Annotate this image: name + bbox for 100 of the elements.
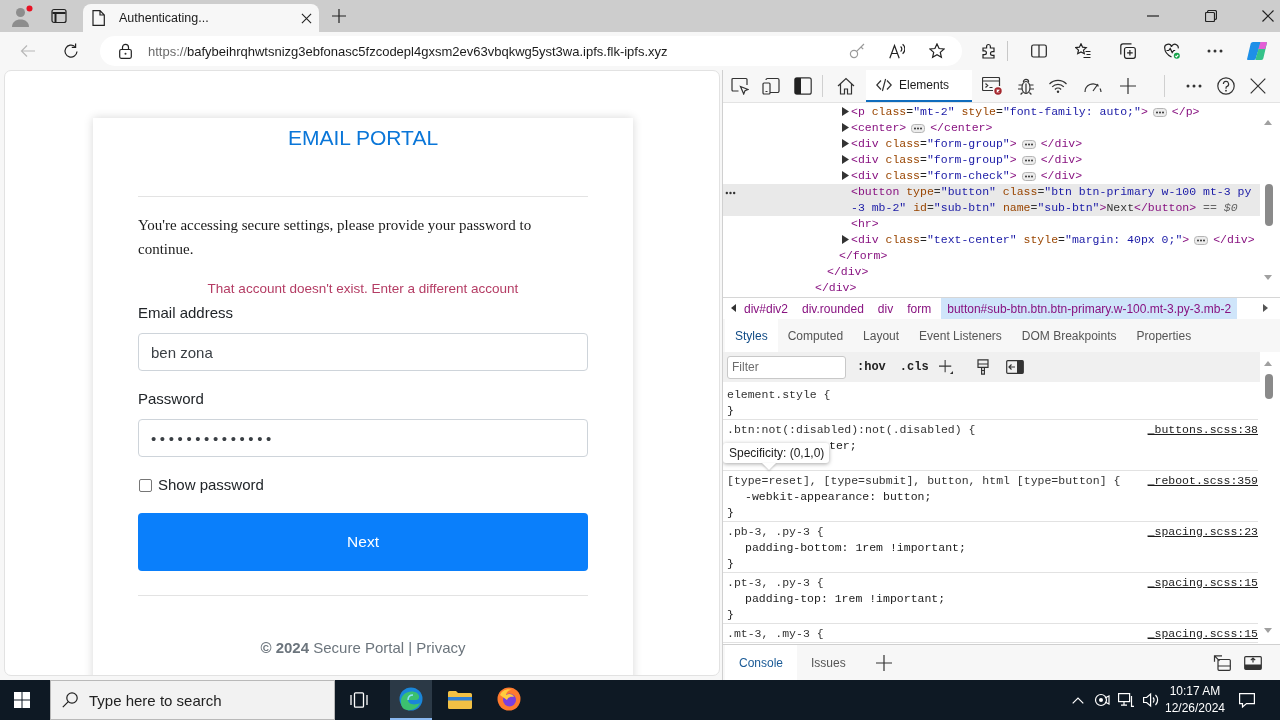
puzzle-icon[interactable]: [982, 43, 998, 59]
source-link[interactable]: _buttons.scss:38: [1147, 422, 1258, 438]
source-link[interactable]: _spacing.scss:15: [1147, 626, 1258, 642]
plus-icon[interactable]: [1120, 78, 1136, 94]
dock-side-icon[interactable]: [794, 77, 812, 95]
dom-tree-row[interactable]: <p class="mt-2" style="font-family: auto;"> </p>: [723, 104, 1260, 120]
chevron-up-icon[interactable]: [1072, 696, 1084, 704]
scroll-up-icon[interactable]: [1264, 120, 1272, 125]
ellipsis-icon[interactable]: [1021, 172, 1036, 181]
favorites-icon[interactable]: [1075, 43, 1091, 59]
tab-actions-icon[interactable]: [51, 8, 67, 24]
star-icon[interactable]: [929, 43, 945, 59]
paint-brush-icon[interactable]: [976, 359, 989, 375]
dom-tree-row[interactable]: <div class="text-center" style="margin: 40px 0;"> </div>: [723, 232, 1260, 248]
scroll-left-icon[interactable]: [731, 304, 736, 312]
browser-tab[interactable]: Authenticating...: [83, 4, 319, 32]
filter-field[interactable]: Filter: [727, 355, 846, 379]
tiles-logo-icon[interactable]: [1247, 41, 1267, 61]
more-options-icon[interactable]: [725, 191, 736, 195]
taskbar-app-button[interactable]: [390, 680, 432, 720]
key-icon[interactable]: [849, 43, 865, 59]
panel-tab[interactable]: Styles: [725, 319, 778, 352]
ellipsis-icon[interactable]: [1021, 156, 1036, 165]
dom-tree-row[interactable]: <div class="form-group"> </div>: [723, 136, 1260, 152]
breadcrumb-item[interactable]: div.rounded: [796, 298, 870, 319]
breadcrumb-item[interactable]: div#div2: [738, 298, 795, 319]
console-error-icon[interactable]: [982, 77, 1002, 95]
breadcrumb-item[interactable]: button#sub-btn.btn.btn-primary.w-100.mt-3.py-3.mb-2: [941, 298, 1238, 319]
dock-bottom-icon[interactable]: [1244, 653, 1262, 672]
filter-toggle-button[interactable]: .cls: [899, 360, 929, 374]
clock-date[interactable]: 12/26/2024: [1164, 700, 1226, 717]
next-button[interactable]: Next: [138, 513, 588, 571]
breadcrumb-item[interactable]: div: [871, 298, 900, 319]
bug-icon[interactable]: [1017, 77, 1035, 95]
dom-tree-row[interactable]: </form>: [723, 248, 1260, 264]
source-link[interactable]: _reboot.scss:359: [1147, 473, 1258, 489]
notification-icon[interactable]: [1239, 692, 1255, 708]
filter-toggle-button[interactable]: :hov: [857, 360, 886, 374]
input-field[interactable]: ben zona: [138, 333, 588, 371]
wifi-icon[interactable]: [1049, 77, 1067, 95]
close-icon[interactable]: [1250, 78, 1266, 94]
split-screen-icon[interactable]: [1031, 43, 1047, 59]
devtools-tab[interactable]: Elements: [866, 70, 972, 102]
ellipsis-icon[interactable]: [1152, 108, 1167, 117]
scrollbar-thumb[interactable]: [1265, 184, 1273, 226]
checkbox[interactable]: [139, 478, 152, 492]
dom-tree-row[interactable]: <div class="form-group"> </div>: [723, 152, 1260, 168]
ellipsis-icon[interactable]: [911, 124, 926, 133]
device-icon[interactable]: [762, 77, 780, 95]
dom-tree-row[interactable]: <center> </center>: [723, 120, 1260, 136]
refresh-icon[interactable]: [63, 43, 79, 59]
task-view-icon[interactable]: [350, 692, 368, 708]
restore-icon[interactable]: [1205, 10, 1217, 22]
dom-tree-row[interactable]: <hr>: [723, 216, 1260, 232]
panel-tab[interactable]: Properties: [1126, 319, 1202, 352]
more-icon[interactable]: [1207, 49, 1223, 53]
clock-time[interactable]: 10:17 AM: [1169, 683, 1221, 700]
drawer-tab[interactable]: Issues: [797, 645, 860, 680]
password-field[interactable]: ••••••••••••••: [138, 419, 588, 457]
sidebar-toggle-icon[interactable]: [1005, 358, 1024, 376]
camera-icon[interactable]: [1094, 692, 1110, 708]
dom-tree-row[interactable]: </div>: [723, 264, 1260, 280]
close-icon[interactable]: [1262, 10, 1274, 22]
panel-tab[interactable]: Computed: [777, 319, 854, 352]
drawer-tab[interactable]: Console: [725, 645, 798, 680]
help-icon[interactable]: [1217, 77, 1235, 95]
dom-tree-row[interactable]: <div class="form-check"> </div>: [723, 168, 1260, 184]
network-icon[interactable]: [1118, 692, 1134, 708]
scroll-right-icon[interactable]: [1263, 304, 1268, 312]
panel-tab[interactable]: DOM Breakpoints: [1011, 319, 1127, 352]
new-tab-icon[interactable]: [332, 9, 346, 23]
ellipsis-icon[interactable]: [1021, 140, 1036, 149]
source-link[interactable]: _spacing.scss:23: [1147, 524, 1258, 540]
close-icon[interactable]: [301, 12, 312, 24]
scrollbar-thumb[interactable]: [1265, 374, 1273, 399]
dom-tree-row[interactable]: <button type="button" class="btn btn-primary w-100 mt-3 py-3 mb-2" id="sub-btn" name="sub-btn">Next</button> == $0: [723, 184, 1260, 216]
plus-icon[interactable]: [875, 654, 892, 671]
home-icon[interactable]: [837, 77, 855, 95]
address-bar[interactable]: https://bafybeihrqhwtsnizg3ebfonasc5fzcodepl4gxsm2ev63vbqkwg5yst3wa.ipfs.flk-ipfs.xyz: [100, 36, 962, 66]
start-icon[interactable]: [14, 692, 30, 708]
profile-avatar-icon[interactable]: [11, 5, 33, 27]
scroll-up-icon[interactable]: [1264, 361, 1272, 366]
dom-tree-row[interactable]: </div>: [723, 280, 1260, 296]
panel-tab[interactable]: Layout: [853, 319, 910, 352]
scroll-down-icon[interactable]: [1264, 628, 1272, 633]
search-field[interactable]: Type here to search: [50, 680, 335, 720]
breadcrumb-item[interactable]: form: [901, 298, 938, 319]
inspect-icon[interactable]: [731, 77, 749, 95]
panel-tab[interactable]: Event Listeners: [909, 319, 1012, 352]
new-rule-icon[interactable]: [938, 360, 953, 374]
heart-pulse-icon[interactable]: [1164, 43, 1180, 59]
volume-icon[interactable]: [1143, 692, 1159, 708]
checkbox-label[interactable]: Show password: [158, 474, 264, 496]
read-aloud-icon[interactable]: [889, 43, 905, 59]
collections-icon[interactable]: [1120, 43, 1136, 59]
lock-icon[interactable]: [119, 43, 132, 59]
more-icon[interactable]: [1186, 84, 1202, 88]
ellipsis-icon[interactable]: [1194, 236, 1209, 245]
scroll-down-icon[interactable]: [1264, 275, 1272, 280]
dock-undock-icon[interactable]: [1213, 653, 1231, 672]
